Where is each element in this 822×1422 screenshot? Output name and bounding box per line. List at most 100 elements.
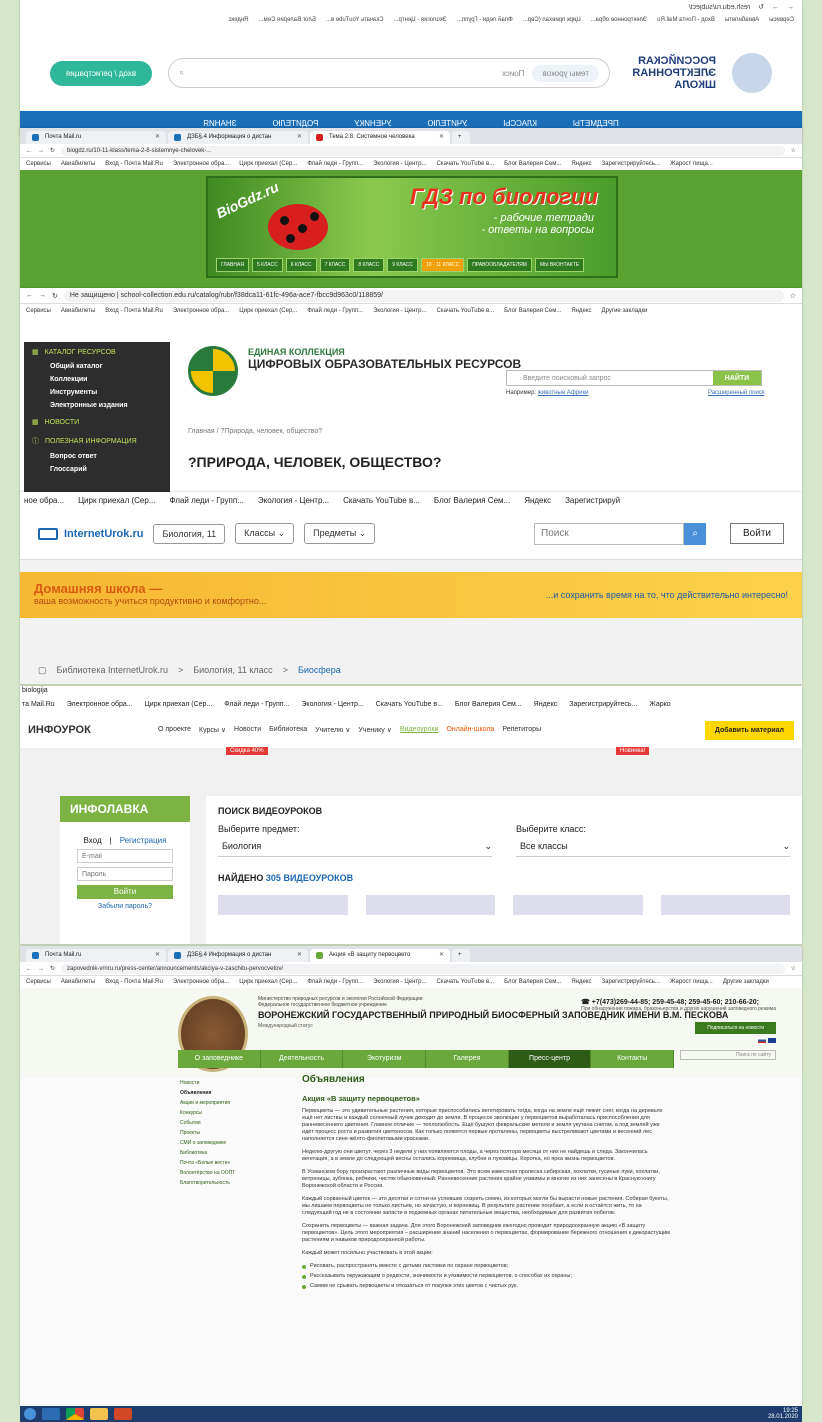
menu-item[interactable]: 7 КЛАСС	[319, 258, 351, 272]
topic-select[interactable]: темы уроков	[532, 64, 599, 82]
video-thumbnail[interactable]	[513, 895, 643, 915]
sidebar-item[interactable]: Глоссарий	[24, 463, 170, 476]
password-field[interactable]	[77, 867, 173, 881]
reload-icon[interactable]: ↻	[758, 3, 764, 11]
powerpoint-icon[interactable]	[114, 1408, 132, 1420]
bookmark[interactable]: Жарост пища...	[670, 979, 713, 985]
nav-item-active[interactable]: Пресс-центр	[508, 1050, 592, 1068]
bookmark[interactable]: Экология - Центр...	[373, 979, 426, 985]
bookmark[interactable]: ное обра...	[24, 496, 64, 505]
forward-icon[interactable]: →	[772, 4, 779, 11]
search-input[interactable]: Поиск	[534, 522, 685, 545]
bookmark[interactable]: Другие закладки	[602, 308, 648, 314]
bookmark[interactable]: Авиабилеты	[61, 308, 95, 314]
nav-item[interactable]: Онлайн-школа	[446, 726, 494, 734]
nav-item[interactable]: Экотуризм	[343, 1050, 427, 1068]
bookmark[interactable]: Цирк приехал (Сер...	[239, 979, 297, 985]
bookmark[interactable]: Блог Валерия Сем...	[504, 308, 561, 314]
breadcrumb-item[interactable]: Биология, 11 класс	[193, 665, 272, 676]
back-icon[interactable]: ←	[26, 148, 32, 154]
bookmark[interactable]: Зарегистрируйтесь...	[569, 701, 637, 708]
bookmark[interactable]: Жарко	[649, 701, 670, 708]
system-clock[interactable]: 19:25 28.01.2020	[768, 1408, 798, 1420]
star-icon[interactable]: ☆	[791, 147, 796, 154]
bookmark[interactable]: Вход - Почта Mail.Ru	[105, 161, 163, 167]
bookmark[interactable]: Экология - Центр...	[373, 308, 426, 314]
nav-item[interactable]: Контакты	[591, 1050, 675, 1068]
bookmark[interactable]: Зарегистрируй	[565, 496, 620, 505]
search-button[interactable]: НАЙТИ	[713, 371, 761, 385]
bookmark[interactable]: Экология - Центр...	[393, 17, 446, 23]
video-thumbnail[interactable]	[365, 895, 495, 915]
flag-en-icon[interactable]	[768, 1038, 776, 1043]
bookmark[interactable]: Флай леди - Групп...	[307, 308, 363, 314]
nav-item[interactable]: Деятельность	[261, 1050, 344, 1068]
subjects-dropdown[interactable]: Предметы ⌄	[304, 523, 376, 544]
address-bar[interactable]: ← → ↻ resh.edu.ru/subject/	[20, 0, 802, 14]
sidebar-heading-news[interactable]: ▦ НОВОСТИ	[24, 412, 170, 430]
bookmark[interactable]: Электронное обра...	[173, 308, 229, 314]
reload-icon[interactable]: ↻	[52, 292, 58, 300]
browser-tab-active[interactable]: Тема 2.8. Системное человека ✕	[310, 131, 450, 144]
video-thumbnail[interactable]	[660, 895, 790, 915]
breadcrumb-item[interactable]: Библиотека InternetUrok.ru	[57, 665, 168, 676]
sidebar-item[interactable]: Общий каталог	[24, 360, 170, 373]
search-box[interactable]: Введите поисковый запрос НАЙТИ	[506, 370, 762, 386]
search-box[interactable]: Поиск ⌕	[534, 522, 707, 545]
nav-item[interactable]: Новости	[234, 726, 261, 734]
side-nav-item[interactable]: Благотворительность	[180, 1178, 235, 1188]
search-input[interactable]: Поиск	[191, 69, 524, 78]
side-nav-item[interactable]: Волонтёрство на ООПТ	[180, 1168, 235, 1178]
side-nav-item[interactable]: Конкурсы	[180, 1108, 235, 1118]
add-material-button[interactable]: Добавить материал	[704, 720, 794, 740]
nav-item[interactable]: УЧИТЕЛЮ	[428, 119, 468, 128]
back-icon[interactable]: ←	[26, 966, 32, 972]
star-icon[interactable]: ☆	[790, 292, 796, 300]
sidebar-item[interactable]: Электронные издания	[24, 399, 170, 412]
site-search-input[interactable]: Поиск по сайту	[680, 1050, 776, 1060]
forward-icon[interactable]: →	[38, 148, 44, 154]
infolavka-logo[interactable]: ИНФОЛАВКА	[60, 796, 190, 822]
bookmark[interactable]: Сервисы	[26, 979, 51, 985]
bookmark[interactable]: Флай леди - Групп...	[307, 161, 363, 167]
reload-icon[interactable]: ↻	[50, 965, 55, 972]
bookmark[interactable]: Экология - Центр...	[373, 161, 426, 167]
subscribe-button[interactable]: Подписаться на новости	[695, 1022, 776, 1034]
bookmark[interactable]: Флай леди - Групп...	[169, 496, 243, 505]
bookmark[interactable]: Блог Валерия Сем...	[434, 496, 510, 505]
side-nav-item[interactable]: Библиотека	[180, 1148, 235, 1158]
chrome-icon[interactable]	[66, 1408, 84, 1420]
browser-tab[interactable]: Почта Mail.ru ✕	[26, 131, 166, 144]
bookmark[interactable]: Скачать YouTube в...	[437, 308, 495, 314]
bookmark[interactable]: Экология - Центр...	[301, 701, 363, 708]
bookmark[interactable]: Вход - Почта Mail.Ru	[657, 17, 715, 23]
bookmark[interactable]: Сервисы	[26, 161, 51, 167]
star-icon[interactable]: ☆	[791, 965, 796, 972]
login-register-button[interactable]: вход / регистрация	[50, 60, 152, 86]
example-link[interactable]: животные Африки	[538, 390, 589, 396]
side-nav-item[interactable]: Почта «Белые вести»	[180, 1158, 235, 1168]
nav-item[interactable]: ПРЕДМЕТЫ	[573, 119, 619, 128]
bookmark[interactable]: Скачать YouTube в...	[437, 161, 495, 167]
nav-item[interactable]: Галерея	[426, 1050, 509, 1068]
sidebar-item[interactable]: Инструменты	[24, 386, 170, 399]
browser-tab[interactable]: ДЗБ§.4 Информация о дистан ✕	[168, 131, 308, 144]
bookmark[interactable]: Яндекс	[534, 701, 558, 708]
bookmark[interactable]: Блог Валерия Сем...	[504, 979, 561, 985]
menu-item[interactable]: ПРАВООБЛАДАТЕЛЯМ	[467, 258, 532, 272]
sidebar-heading-info[interactable]: ⓘ ПОЛЕЗНАЯ ИНФОРМАЦИЯ	[24, 430, 170, 450]
bookmark[interactable]: Цирк приехал (Сер...	[145, 701, 213, 708]
bookmark[interactable]: Зарегистрируйтесь...	[602, 161, 660, 167]
side-nav-item-active[interactable]: Объявления	[180, 1088, 235, 1098]
bookmark[interactable]: Скачать YouTube в...	[437, 979, 495, 985]
nav-item[interactable]: Библиотека	[269, 726, 307, 734]
bookmark[interactable]: Флай леди - Групп...	[224, 701, 289, 708]
url-field[interactable]: biogdz.ru/10-11-klass/tema-2-8-sistemnye…	[61, 145, 785, 156]
bookmark[interactable]: Яндекс	[571, 979, 591, 985]
bookmark[interactable]: Зарегистрируйтесь...	[602, 979, 660, 985]
search-icon[interactable]: ⌕	[684, 522, 707, 545]
login-button[interactable]: Войти	[77, 885, 173, 899]
reload-icon[interactable]: ↻	[50, 147, 55, 154]
forward-icon[interactable]: →	[39, 292, 46, 299]
site-logo[interactable]: InternetUrok.ru	[38, 527, 143, 540]
